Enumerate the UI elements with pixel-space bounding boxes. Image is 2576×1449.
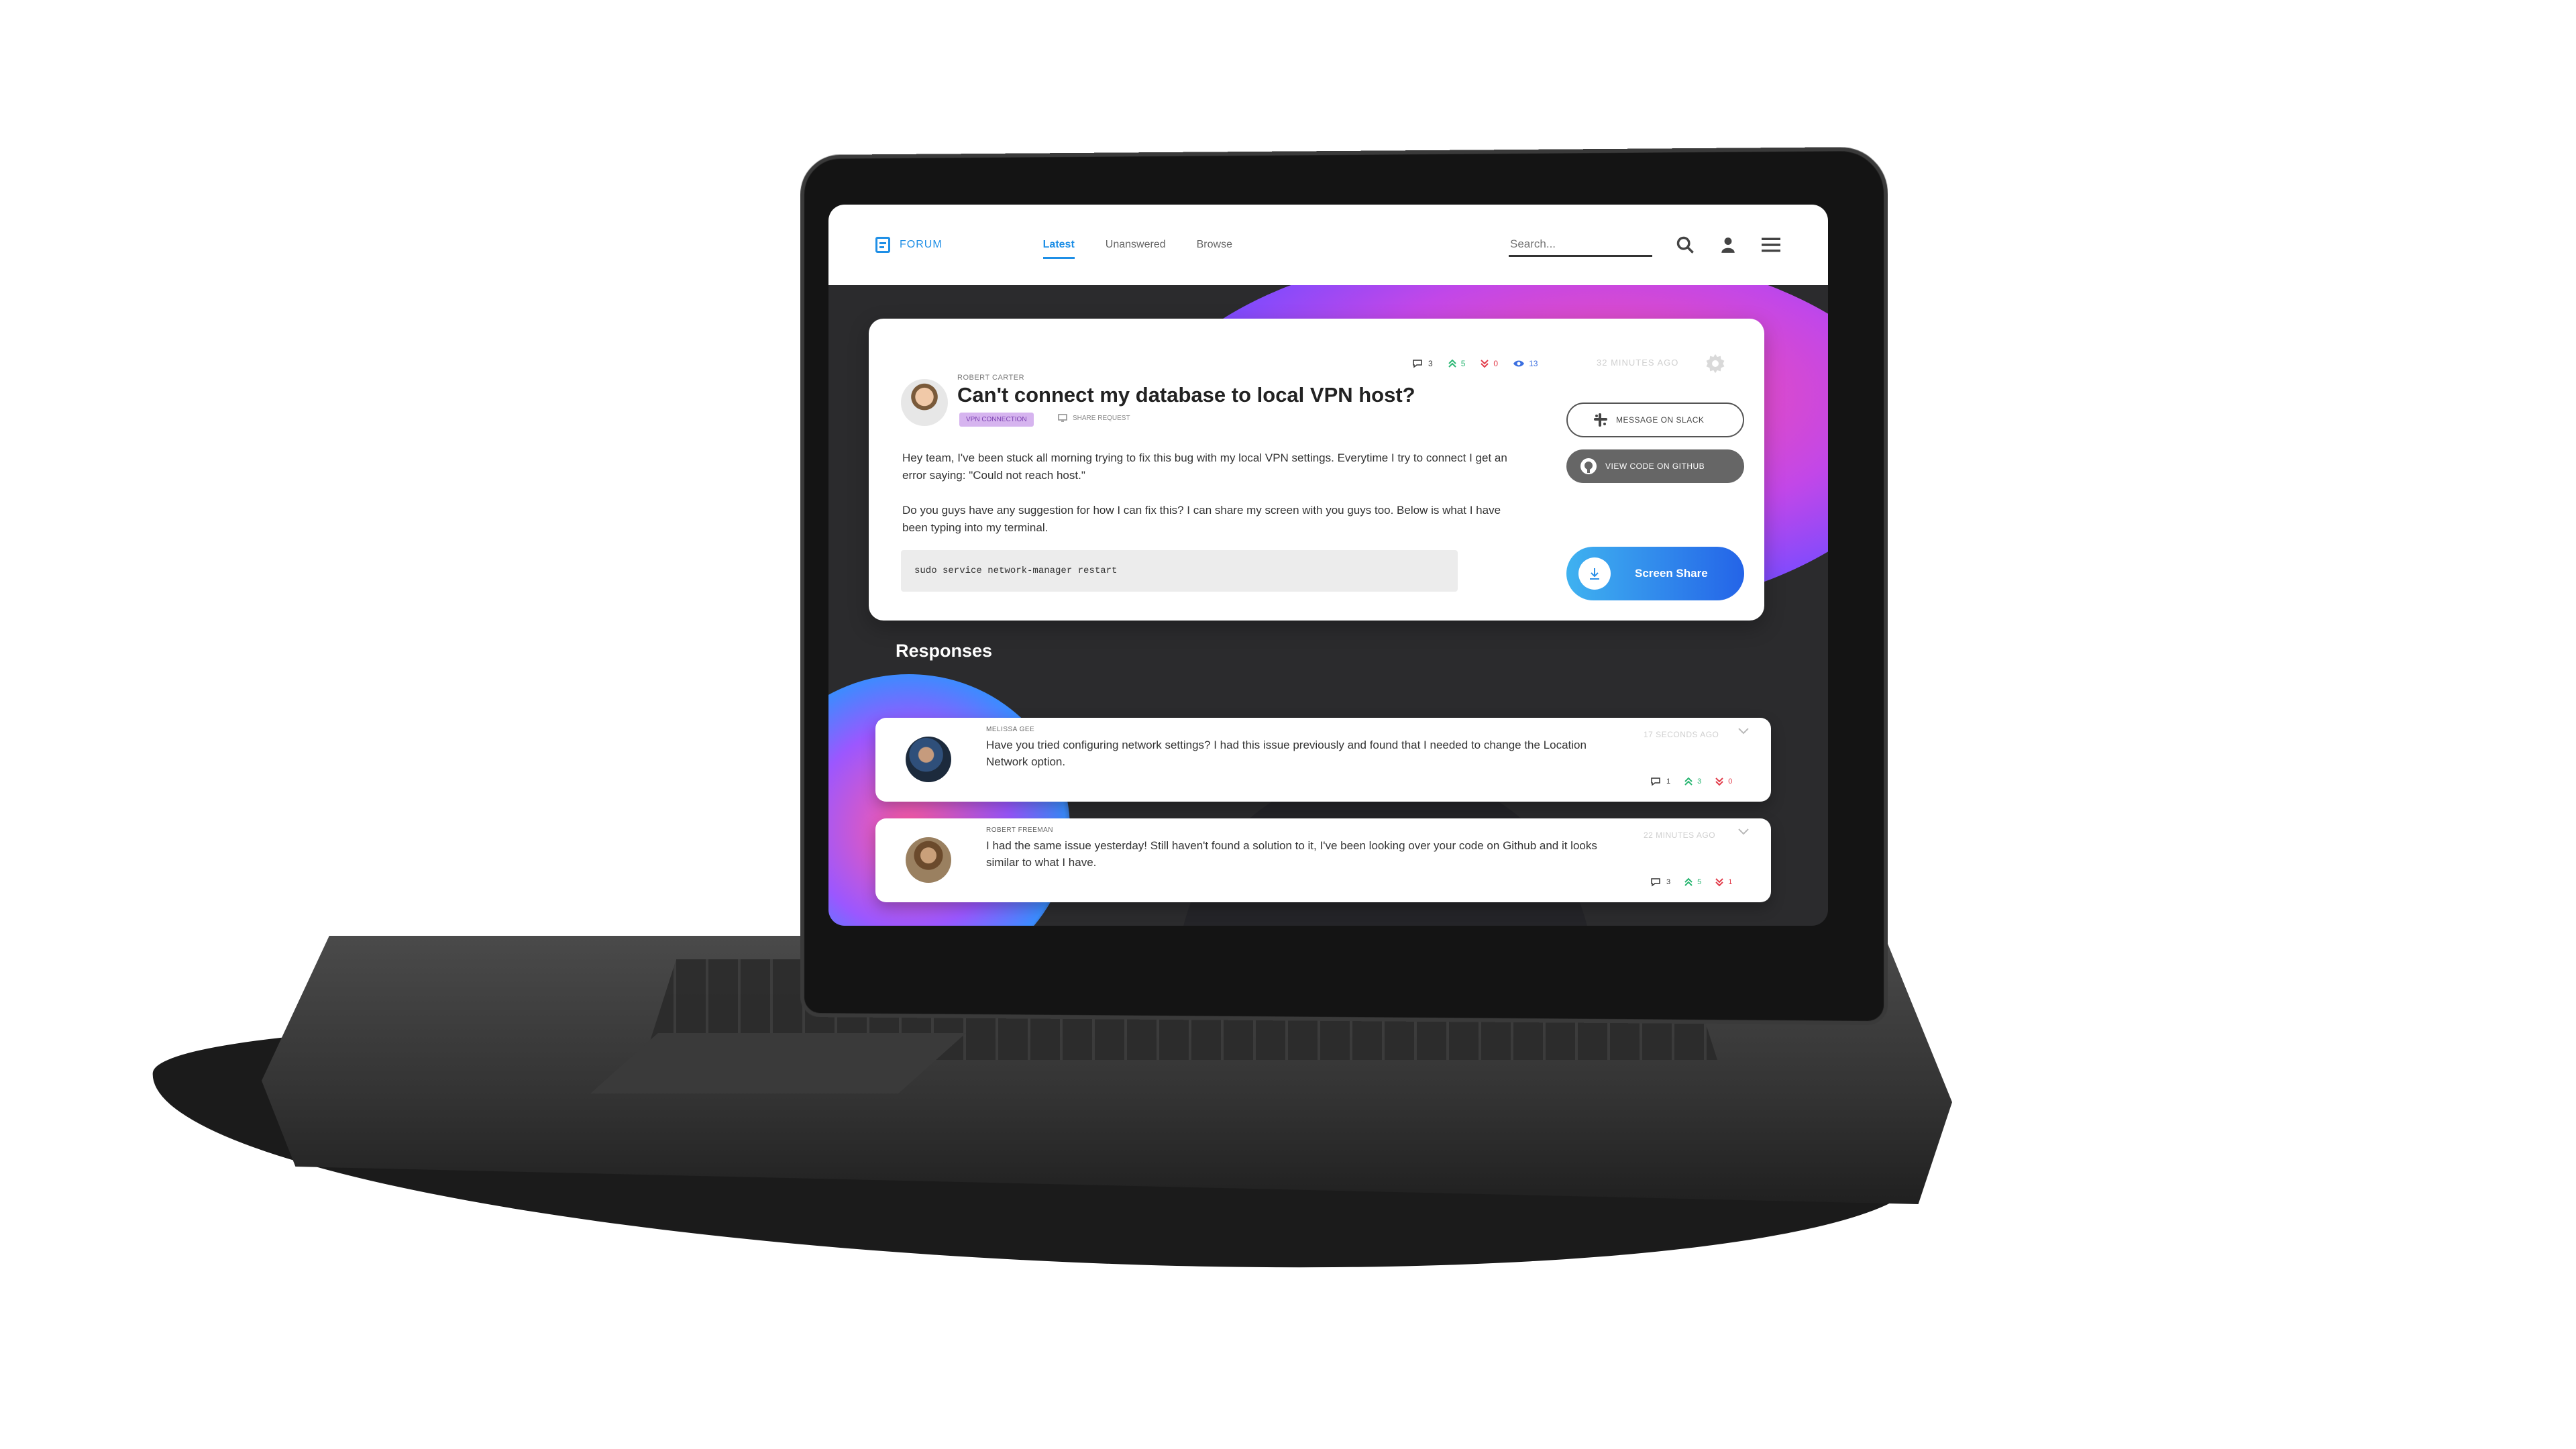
response-text: I had the same issue yesterday! Still ha… bbox=[986, 839, 1597, 869]
tab-browse[interactable]: Browse bbox=[1197, 233, 1232, 256]
view-count-value: 13 bbox=[1529, 359, 1538, 368]
response-author[interactable]: MELISSA GEE bbox=[986, 726, 1034, 733]
downvote-count-value: 1 bbox=[1728, 878, 1733, 886]
comment-icon bbox=[1651, 777, 1660, 786]
response-author[interactable]: ROBERT FREEMAN bbox=[986, 826, 1053, 834]
question-timestamp: 32 MINUTES AGO bbox=[1597, 358, 1679, 368]
slack-button-label: MESSAGE ON SLACK bbox=[1616, 415, 1705, 425]
avatar[interactable] bbox=[906, 737, 951, 782]
view-count: 13 bbox=[1513, 359, 1538, 368]
comment-count[interactable]: 1 bbox=[1650, 777, 1670, 786]
github-button-label: VIEW CODE ON GITHUB bbox=[1605, 462, 1705, 471]
share-request-label: SHARE REQUEST bbox=[1073, 414, 1130, 422]
forum-icon bbox=[875, 237, 890, 253]
brand-label: FORUM bbox=[900, 239, 943, 250]
upvote-icon bbox=[1684, 877, 1693, 886]
upvote-icon bbox=[1684, 777, 1693, 786]
downvote-icon bbox=[1715, 777, 1723, 786]
upvote-count[interactable]: 5 bbox=[1448, 359, 1466, 368]
upvote-count[interactable]: 3 bbox=[1684, 777, 1701, 786]
view-code-on-github-button[interactable]: VIEW CODE ON GITHUB bbox=[1566, 449, 1744, 483]
upvote-icon bbox=[1448, 359, 1456, 368]
chevron-down-icon[interactable] bbox=[1737, 828, 1750, 836]
response-card: ROBERT FREEMAN I had the same issue yest… bbox=[875, 818, 1771, 902]
tab-latest[interactable]: Latest bbox=[1042, 233, 1075, 259]
menu-icon[interactable] bbox=[1761, 235, 1781, 255]
upvote-count-value: 5 bbox=[1460, 359, 1466, 368]
comment-count-value: 3 bbox=[1666, 878, 1671, 886]
question-author[interactable]: ROBERT CARTER bbox=[957, 374, 1024, 382]
search-icon[interactable] bbox=[1675, 235, 1695, 255]
tab-unanswered[interactable]: Unanswered bbox=[1106, 233, 1166, 256]
response-text: Have you tried configuring network setti… bbox=[986, 739, 1587, 768]
downvote-icon bbox=[1715, 878, 1723, 887]
comment-count-value: 1 bbox=[1666, 777, 1671, 786]
search-input[interactable] bbox=[1509, 233, 1652, 257]
eye-icon bbox=[1513, 360, 1525, 367]
screen-share-label: Screen Share bbox=[1635, 567, 1708, 580]
comment-count[interactable]: 3 bbox=[1412, 359, 1433, 368]
downvote-count[interactable]: 0 bbox=[1480, 359, 1498, 368]
question-title: Can't connect my database to local VPN h… bbox=[957, 383, 1415, 407]
laptop-screen: FORUM Latest Unanswered Browse ROBERT CA… bbox=[828, 205, 1828, 926]
avatar[interactable] bbox=[901, 379, 948, 426]
response-stats: 1 3 0 bbox=[1650, 777, 1732, 786]
downvote-count-value: 0 bbox=[1493, 359, 1499, 368]
gear-icon[interactable] bbox=[1704, 352, 1727, 375]
responses-heading: Responses bbox=[896, 641, 993, 661]
github-icon bbox=[1580, 458, 1597, 474]
message-on-slack-button[interactable]: MESSAGE ON SLACK bbox=[1566, 402, 1744, 437]
response-timestamp: 22 MINUTES AGO bbox=[1644, 830, 1716, 840]
chevron-down-icon[interactable] bbox=[1737, 727, 1750, 735]
downvote-count-value: 0 bbox=[1728, 777, 1733, 786]
slack-icon bbox=[1594, 413, 1607, 427]
response-timestamp: 17 SECONDS AGO bbox=[1644, 730, 1719, 739]
share-request-link[interactable]: SHARE REQUEST bbox=[1058, 414, 1130, 422]
tag-badge[interactable]: VPN CONNECTION bbox=[959, 413, 1034, 427]
download-icon bbox=[1578, 557, 1611, 590]
upvote-count-value: 3 bbox=[1697, 777, 1702, 786]
question-body-paragraph: Hey team, I've been stuck all morning tr… bbox=[902, 451, 1507, 482]
downvote-count[interactable]: 0 bbox=[1715, 777, 1732, 786]
code-snippet[interactable]: sudo service network-manager restart bbox=[901, 550, 1458, 592]
avatar[interactable] bbox=[906, 837, 951, 883]
comment-count-value: 3 bbox=[1428, 359, 1433, 368]
question-body: Hey team, I've been stuck all morning tr… bbox=[902, 449, 1526, 554]
user-icon[interactable] bbox=[1718, 235, 1738, 255]
comment-count[interactable]: 3 bbox=[1650, 877, 1670, 887]
comment-icon bbox=[1413, 360, 1422, 368]
brand-logo[interactable]: FORUM bbox=[875, 237, 943, 253]
downvote-icon bbox=[1481, 360, 1489, 368]
top-navbar: FORUM Latest Unanswered Browse bbox=[828, 205, 1828, 285]
comment-icon bbox=[1651, 878, 1660, 887]
upvote-count[interactable]: 5 bbox=[1684, 877, 1701, 887]
header-actions bbox=[1509, 233, 1781, 257]
question-body-paragraph: Do you guys have any suggestion for how … bbox=[902, 504, 1501, 534]
response-card: MELISSA GEE Have you tried configuring n… bbox=[875, 718, 1771, 802]
response-stats: 3 5 1 bbox=[1650, 877, 1732, 887]
downvote-count[interactable]: 1 bbox=[1715, 877, 1732, 887]
nav-tabs: Latest Unanswered Browse bbox=[1042, 233, 1232, 259]
question-stats: 3 5 0 13 bbox=[1412, 359, 1538, 368]
monitor-icon bbox=[1058, 414, 1067, 422]
question-card: ROBERT CARTER Can't connect my database … bbox=[869, 319, 1764, 621]
screen-share-button[interactable]: Screen Share bbox=[1566, 547, 1744, 600]
upvote-count-value: 5 bbox=[1697, 878, 1702, 886]
